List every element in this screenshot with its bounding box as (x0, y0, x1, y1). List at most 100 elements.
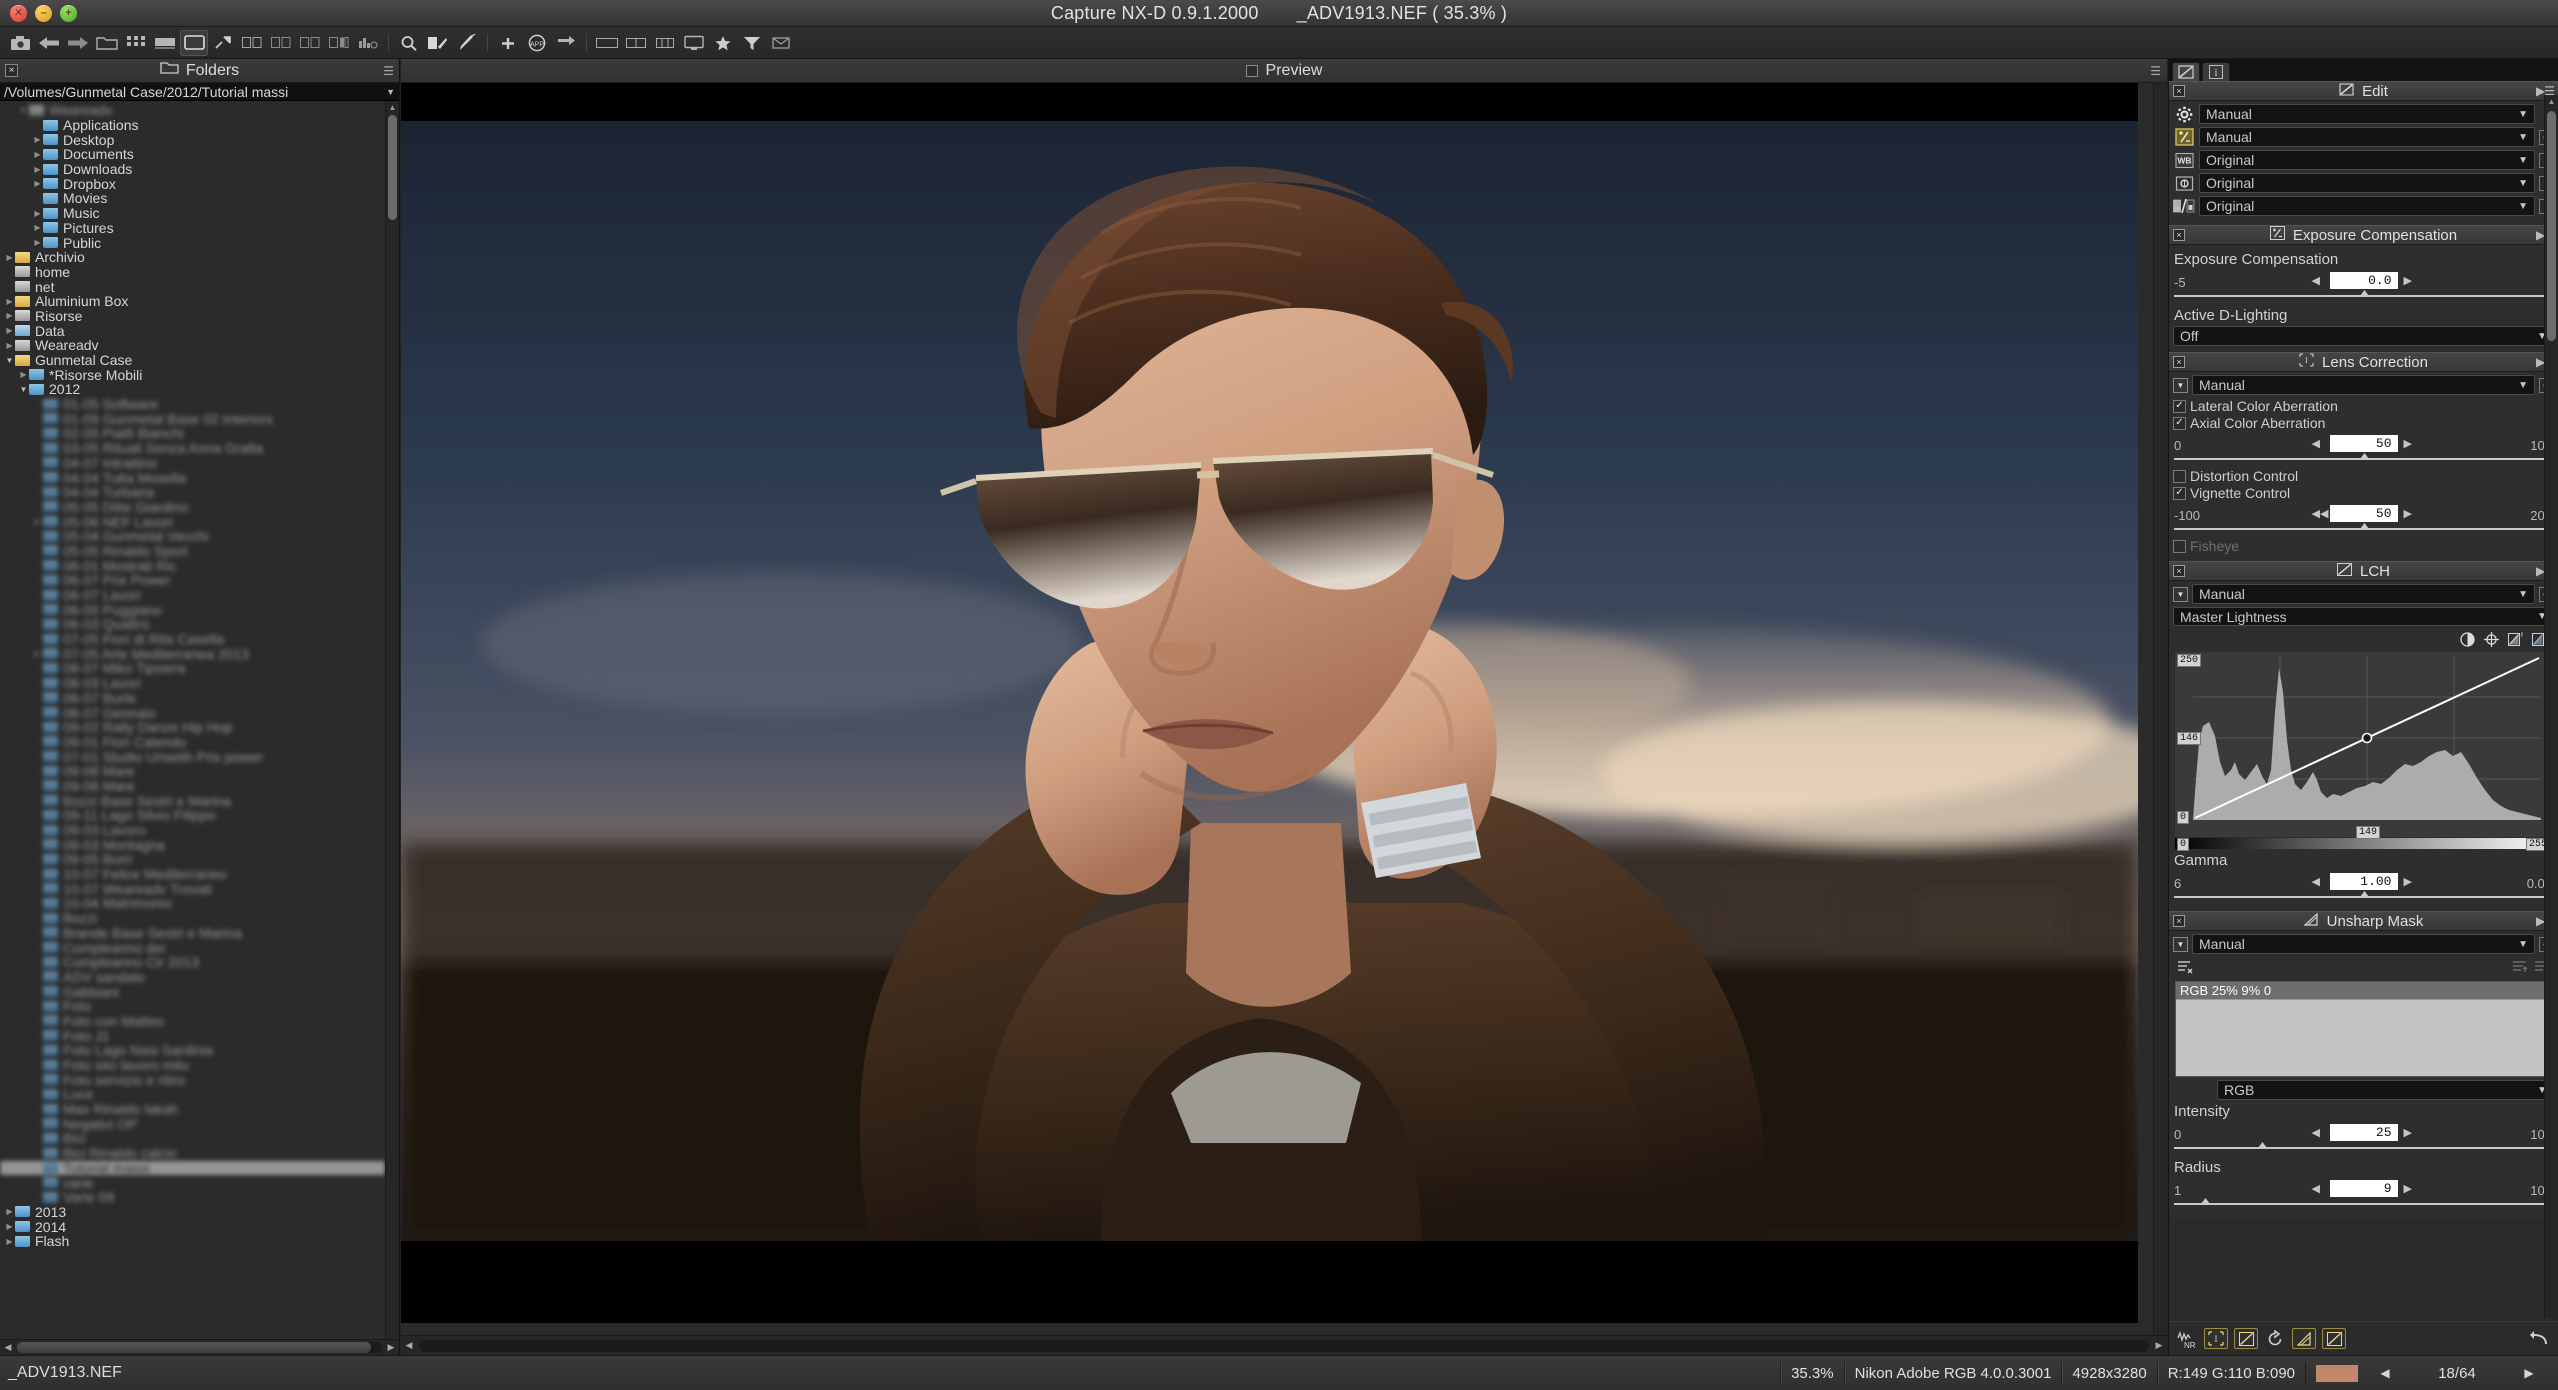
exposure-compensation-close[interactable]: × (2173, 229, 2185, 241)
lch-input-gradient[interactable]: 0 149 255 (2175, 838, 2552, 849)
noise-reduction-icon[interactable]: NR (2176, 1328, 2198, 1349)
disclosure-triangle-icon[interactable]: ▶ (32, 209, 43, 218)
four-up-compare-icon[interactable] (325, 30, 353, 56)
radius-value[interactable]: 9 (2330, 1180, 2398, 1197)
increment-arrow-icon[interactable]: ▶ (2404, 1182, 2412, 1195)
close-panel-button[interactable]: × (5, 64, 18, 77)
tree-item[interactable]: 05-04 Gunmetal Vecchi (0, 529, 385, 544)
preview-menu-icon[interactable]: ☰ (2150, 64, 2161, 78)
lch-expand-button[interactable]: ▼ (2173, 587, 2188, 602)
scrollbar-thumb[interactable] (2547, 111, 2556, 341)
tree-item[interactable]: 09-03 Montagna (0, 837, 385, 852)
tree-item[interactable]: ▶Weareadv (0, 338, 385, 353)
tree-item[interactable]: 05-05 Rinaldo Sport (0, 544, 385, 559)
lch-curve-editor[interactable]: 250 146 0 (2175, 652, 2552, 837)
label-icon[interactable] (767, 30, 795, 56)
rotate-icon[interactable] (552, 30, 580, 56)
tree-item[interactable]: net (0, 279, 385, 294)
midpoint-icon[interactable] (2483, 631, 2500, 648)
auto-contrast-icon[interactable]: R (2507, 631, 2524, 648)
vignette-value[interactable]: 50 (2330, 505, 2398, 522)
tree-item[interactable]: 06-07 Lavori (0, 588, 385, 603)
disclosure-triangle-icon[interactable]: ▶ (4, 341, 15, 350)
disclosure-triangle-icon[interactable]: ▶ (32, 238, 43, 247)
tree-item[interactable]: 09-08 Mare (0, 764, 385, 779)
unsharp-mask-tool-icon[interactable] (2292, 1328, 2316, 1349)
panel-menu-icon[interactable]: ☰ (383, 64, 394, 78)
tree-item[interactable]: 05-05 Ditte Giardino (0, 500, 385, 515)
tree-item[interactable]: Bici Rinaldo calcio (0, 1146, 385, 1161)
tree-item[interactable]: varie (0, 1175, 385, 1190)
lens-correction-tool-icon[interactable]: I (2204, 1328, 2228, 1349)
white-balance-select[interactable]: Original ▼ (2199, 150, 2535, 170)
scroll-up-arrow[interactable]: ▲ (386, 101, 399, 114)
active-dlighting-select[interactable]: Off ▼ (2173, 326, 2554, 346)
reset-icon[interactable] (2264, 1328, 2286, 1349)
lens-correction-close[interactable]: × (2173, 356, 2185, 368)
tree-item[interactable]: ▶05-06 NEF Lavori (0, 514, 385, 529)
gamma-slider[interactable]: 6 ◀ 1.00 ▶ 0.05 (2173, 871, 2554, 905)
folder-tree-scrollbar-vertical[interactable]: ▲ (385, 101, 399, 1339)
decrement-arrow-icon[interactable]: ◀ (2312, 875, 2320, 888)
histogram-icon[interactable] (354, 30, 382, 56)
decrement-arrow-icon[interactable]: ◀◀ (2312, 507, 2329, 520)
tree-item[interactable]: ▶Dropbox (0, 176, 385, 191)
tree-item[interactable]: ▼Weareadv (0, 103, 385, 118)
tree-item[interactable]: 10-07 Weareadv Trovati (0, 881, 385, 896)
tree-item[interactable]: 09-03 Lavoro (0, 823, 385, 838)
exposure-icon[interactable] (2173, 127, 2195, 147)
tree-item[interactable]: 01-05 Software (0, 397, 385, 412)
crop-icon[interactable]: APP (523, 30, 551, 56)
preview-scroll-track[interactable] (419, 1340, 2149, 1352)
tree-item[interactable]: 10-07 Felice Mediterraneo (0, 867, 385, 882)
monitor-icon[interactable] (680, 30, 708, 56)
forward-arrow-icon[interactable] (64, 30, 92, 56)
disclosure-triangle-icon[interactable]: ▶ (32, 135, 43, 144)
slider-handle[interactable] (2359, 453, 2370, 464)
lch-close[interactable]: × (2173, 565, 2185, 577)
decrement-arrow-icon[interactable]: ◀ (2312, 274, 2320, 287)
tree-item[interactable]: 06-03 Quattro (0, 617, 385, 632)
slider-handle[interactable] (2257, 1142, 2268, 1153)
vignette-control-checkbox[interactable]: ✓ (2173, 487, 2186, 500)
axial-color-aberration-row[interactable]: ✓ Axial Color Aberration (2173, 415, 2554, 431)
retouch-brush-icon[interactable] (453, 30, 481, 56)
slider-handle[interactable] (2359, 290, 2370, 301)
disclosure-triangle-icon[interactable]: ▼ (4, 356, 15, 365)
tree-item[interactable]: 04-04 Turbaria (0, 485, 385, 500)
tone-curve-select[interactable]: Original ▼ (2199, 196, 2535, 216)
tone-curve-tool-icon[interactable] (2322, 1328, 2346, 1349)
tree-item[interactable]: ▶Pictures (0, 221, 385, 236)
tree-item[interactable]: 06-01 Mostrati Ric (0, 558, 385, 573)
disclosure-triangle-icon[interactable]: ▶ (32, 150, 43, 159)
tree-item[interactable]: Bici (0, 1131, 385, 1146)
lch-axis-bottom[interactable]: 0 (2177, 811, 2189, 824)
unsharp-mask-expand-button[interactable]: ▼ (2173, 937, 2188, 952)
tree-item[interactable]: ▶Data (0, 323, 385, 338)
decrement-arrow-icon[interactable]: ◀ (2312, 437, 2320, 450)
decrement-arrow-icon[interactable]: ◀ (2312, 1182, 2320, 1195)
decrement-arrow-icon[interactable]: ◀ (2312, 1126, 2320, 1139)
disclosure-triangle-icon[interactable]: ▶ (4, 1222, 15, 1231)
vignette-control-row[interactable]: ✓ Vignette Control (2173, 485, 2554, 501)
tree-item[interactable]: ▶Archivio (0, 250, 385, 265)
undo-icon[interactable] (2529, 1328, 2551, 1349)
tree-item[interactable]: ▶2014 (0, 1219, 385, 1234)
tree-item[interactable]: Foto J1 (0, 1028, 385, 1043)
tree-item[interactable]: ▶Music (0, 206, 385, 221)
edit-panel-scrollbar[interactable]: ▲ (2544, 95, 2558, 1319)
zoom-icon[interactable] (395, 30, 423, 56)
disclosure-triangle-icon[interactable]: ▶ (4, 297, 15, 306)
tree-item[interactable]: ▼Gunmetal Case (0, 353, 385, 368)
lens-correction-mode-select[interactable]: Manual ▼ (2192, 375, 2535, 395)
vignette-slider[interactable]: -100 ◀◀ 50 ▶ 200 (2173, 503, 2554, 537)
slider-handle[interactable] (2200, 1198, 2211, 1209)
slider-handle[interactable] (2359, 523, 2370, 534)
tree-item[interactable]: 09-02 Rally Danze Hip Hop (0, 720, 385, 735)
tree-item[interactable]: ADV sandalo (0, 970, 385, 985)
single-image-view-icon[interactable] (180, 30, 208, 56)
tree-item[interactable]: 09-08 Mare (0, 779, 385, 794)
filmstrip-icon[interactable] (151, 30, 179, 56)
image-canvas[interactable] (401, 83, 2138, 1323)
tree-item[interactable]: Negativi OP (0, 1116, 385, 1131)
